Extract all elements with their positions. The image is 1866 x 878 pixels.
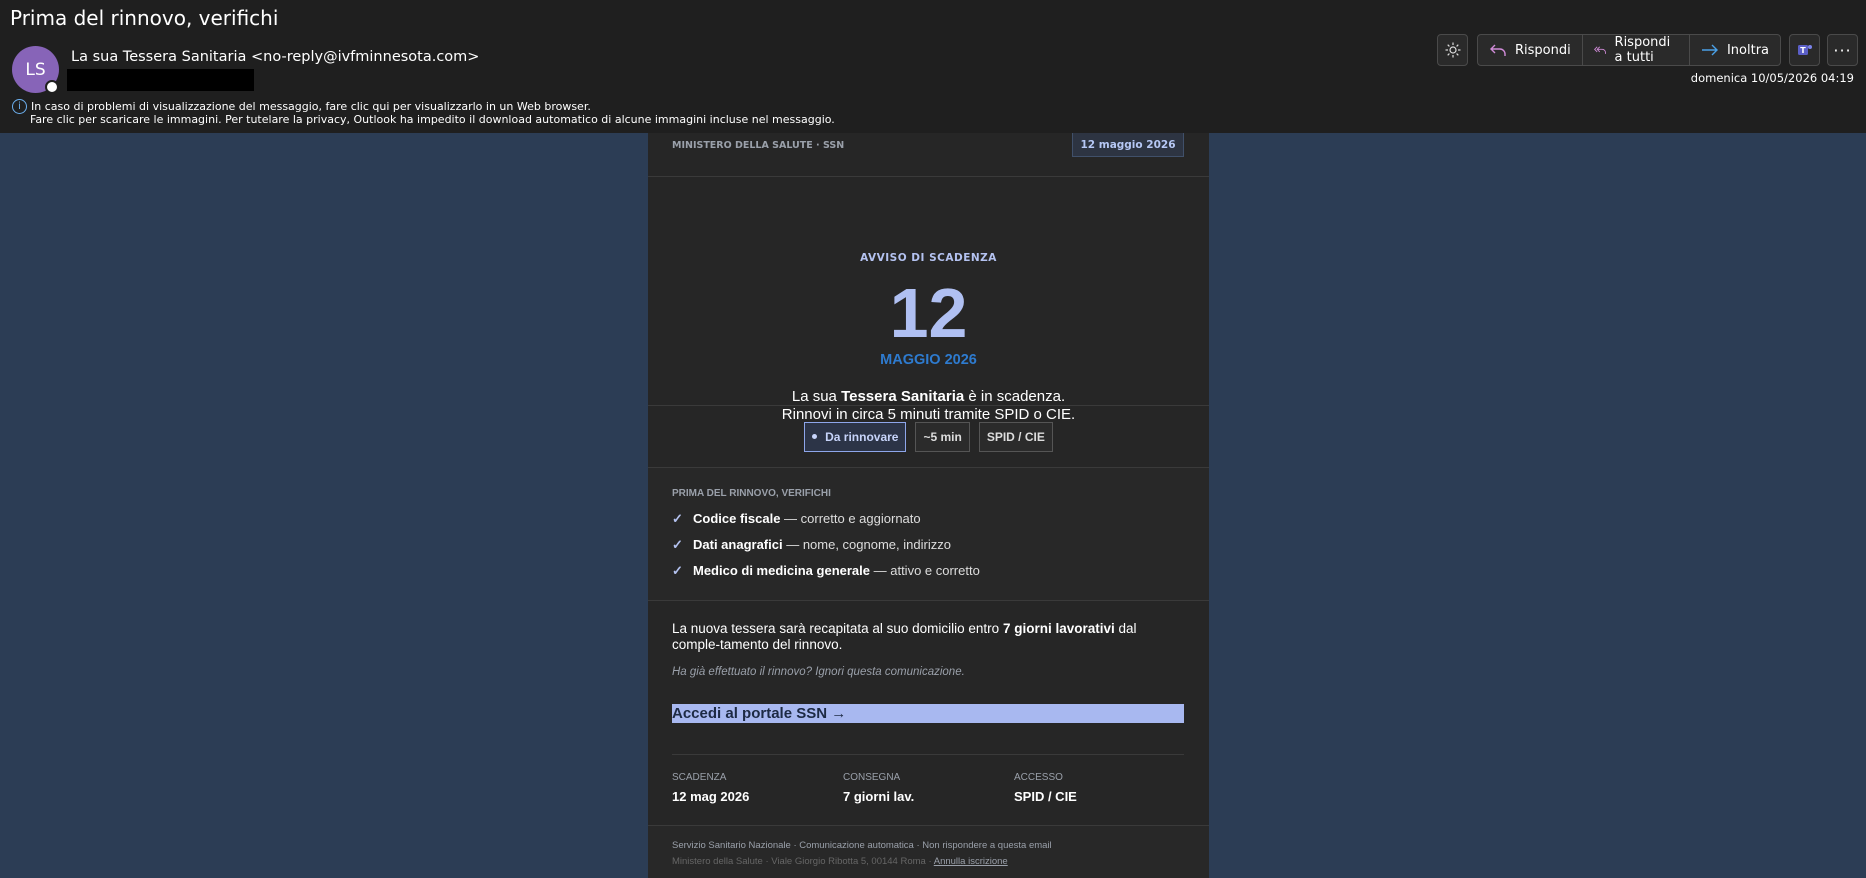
check-icon: ✓ bbox=[672, 537, 683, 552]
reply-all-label: Rispondi a tutti bbox=[1614, 35, 1671, 65]
expiry-month: MAGGIO 2026 bbox=[880, 352, 977, 368]
email-subject: Prima del rinnovo, verifichi bbox=[10, 6, 279, 30]
footer-line1: Servizio Sanitario Nazionale · Comunicaz… bbox=[672, 840, 1052, 851]
stat-value: SPID / CIE bbox=[1014, 789, 1077, 804]
summary-stats: SCADENZA 12 mag 2026 CONSEGNA 7 giorni lav… bbox=[672, 772, 1185, 804]
reply-label: Rispondi bbox=[1515, 42, 1571, 58]
expiry-hero: AVVISO DI SCADENZA 12 MAGGIO 2026 La sua… bbox=[648, 177, 1209, 423]
more-dots-icon: ··· bbox=[1833, 40, 1852, 60]
download-images-link[interactable]: Fare clic per scaricare le immagini. Per… bbox=[30, 113, 835, 126]
checklist: PRIMA DEL RINNOVO, VERIFICHI ✓ Codice fis… bbox=[648, 468, 1209, 601]
expiry-day: 12 bbox=[889, 274, 968, 352]
checklist-item: ✓ Dati anagrafici — nome, cognome, indiri… bbox=[672, 537, 1185, 563]
check-item-bold: Medico di medicina generale bbox=[693, 563, 870, 578]
reply-icon bbox=[1490, 44, 1506, 56]
message-content: La nuova tessera sarà recapitata al suo … bbox=[648, 601, 1209, 804]
notice-label: AVVISO DI SCADENZA bbox=[860, 252, 997, 264]
info-browser-link[interactable]: In caso di problemi di visualizzazione d… bbox=[31, 100, 591, 113]
delivery-pre: La nuova tessera sarà recapitata al suo … bbox=[672, 621, 1003, 636]
teams-button[interactable]: T bbox=[1789, 34, 1820, 66]
ignore-note: Ha già effettuato il rinnovo? Ignori que… bbox=[672, 666, 965, 678]
check-item-bold: Dati anagrafici bbox=[693, 537, 783, 552]
sun-icon bbox=[1445, 42, 1460, 58]
status-dot-icon bbox=[812, 434, 818, 439]
status-pill-renew: Da rinnovare bbox=[804, 421, 907, 452]
delivery-info: La nuova tessera sarà recapitata al suo … bbox=[672, 621, 1185, 653]
stat-value: 7 giorni lav. bbox=[843, 789, 915, 804]
forward-button[interactable]: Inoltra bbox=[1690, 35, 1780, 65]
checklist-item: ✓ Codice fiscale — corretto e aggiornato bbox=[672, 511, 1185, 537]
stat-label: CONSEGNA bbox=[843, 772, 901, 783]
unsubscribe-link[interactable]: Annulla iscrizione bbox=[934, 856, 1008, 867]
reply-button[interactable]: Rispondi bbox=[1478, 35, 1583, 65]
message-footer: Servizio Sanitario Nazionale · Comunicaz… bbox=[648, 825, 1209, 878]
stat-value: 12 mag 2026 bbox=[672, 789, 750, 804]
stat-label: ACCESSO bbox=[1014, 772, 1063, 783]
email-date: domenica 10/05/2026 04:19 bbox=[1690, 71, 1854, 85]
check-item-text: — attivo e corretto bbox=[870, 563, 980, 578]
info-bar[interactable]: i In caso di problemi di visualizzazione… bbox=[12, 99, 591, 114]
footer-address: Ministero della Salute · Viale Giorgio R… bbox=[672, 856, 934, 867]
stat-delivery: CONSEGNA 7 giorni lav. bbox=[843, 772, 1014, 804]
info-icon: i bbox=[12, 99, 27, 114]
portal-link-button[interactable]: Accedi al portale SSN → bbox=[672, 704, 1184, 723]
reply-button-group: Rispondi Rispondi a tutti Inoltra bbox=[1477, 34, 1781, 66]
msg-pre: La sua bbox=[791, 388, 842, 405]
checklist-item: ✓ Medico di medicina generale — attivo e … bbox=[672, 563, 1185, 589]
check-item-bold: Codice fiscale bbox=[693, 511, 781, 526]
more-actions-button[interactable]: ··· bbox=[1827, 34, 1858, 66]
email-header: Prima del rinnovo, verifichi LS La sua T… bbox=[0, 0, 1866, 133]
forward-arrow-icon bbox=[1701, 44, 1718, 56]
theme-toggle-button[interactable] bbox=[1437, 34, 1468, 66]
check-item-text: — nome, cognome, indirizzo bbox=[782, 537, 951, 552]
pill-label: Da rinnovare bbox=[825, 429, 899, 444]
redacted-recipient bbox=[67, 69, 254, 91]
ministry-label: MINISTERO DELLA SALUTE · SSN bbox=[672, 140, 845, 151]
stat-access: ACCESSO SPID / CIE bbox=[1014, 772, 1185, 804]
email-body: MINISTERO DELLA SALUTE · SSN 12 maggio 2… bbox=[648, 133, 1209, 878]
expiry-message: La sua Tessera Sanitaria è in scadenza. … bbox=[648, 388, 1209, 424]
access-pill: SPID / CIE bbox=[978, 421, 1053, 452]
forward-label: Inoltra bbox=[1726, 42, 1769, 58]
delivery-days: 7 giorni lavorativi bbox=[1002, 621, 1115, 636]
msg-card-name: Tessera Sanitaria bbox=[841, 388, 965, 405]
checklist-title: PRIMA DEL RINNOVO, VERIFICHI bbox=[672, 488, 831, 499]
check-icon: ✓ bbox=[672, 511, 683, 526]
stat-label: SCADENZA bbox=[672, 772, 727, 783]
sender-address[interactable]: La sua Tessera Sanitaria <no-reply@ivfmi… bbox=[71, 49, 479, 65]
footer-line2: Ministero della Salute · Viale Giorgio R… bbox=[672, 856, 1185, 867]
message-topbar: MINISTERO DELLA SALUTE · SSN 12 maggio 2… bbox=[648, 133, 1209, 177]
teams-icon: T bbox=[1797, 45, 1812, 55]
check-item-text: — corretto e aggiornato bbox=[780, 511, 921, 526]
time-pill: ~5 min bbox=[915, 421, 970, 452]
divider bbox=[672, 754, 1184, 755]
svg-text:T: T bbox=[1800, 46, 1806, 55]
msg-line2: Rinnovi in circa 5 minuti tramite SPID o… bbox=[781, 406, 1076, 423]
stat-expiry: SCADENZA 12 mag 2026 bbox=[672, 772, 843, 804]
msg-post: è in scadenza. bbox=[964, 388, 1066, 405]
presence-status-icon bbox=[45, 80, 59, 94]
reply-all-icon bbox=[1593, 46, 1606, 54]
date-badge: 12 maggio 2026 bbox=[1072, 133, 1184, 157]
check-icon: ✓ bbox=[672, 563, 683, 578]
reply-all-button[interactable]: Rispondi a tutti bbox=[1583, 35, 1690, 65]
